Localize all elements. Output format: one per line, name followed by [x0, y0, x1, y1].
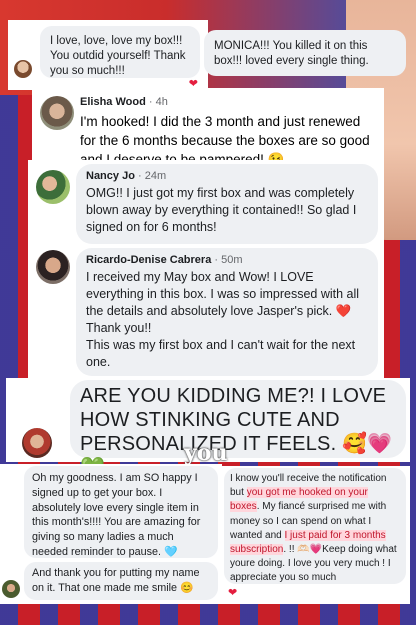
- comment-text: OMG!! I just got my first box and was co…: [86, 186, 357, 234]
- comment-card: Oh my goodness. I am SO happy I signed u…: [0, 464, 222, 604]
- comment-time[interactable]: 24m: [145, 170, 166, 182]
- comment-card: Nancy Jo · 24m OMG!! I just got my first…: [28, 160, 384, 246]
- commenter-name[interactable]: Ricardo-Denise Cabrera: [86, 254, 211, 266]
- comment-bubble: Oh my goodness. I am SO happy I signed u…: [24, 466, 218, 558]
- comment-text: MONICA!!! You killed it on this box!!! l…: [214, 40, 369, 67]
- comment-bubble: I love, love, love my box!!! You outdid …: [40, 26, 200, 78]
- comment-text: I love, love, love my box!!! You outdid …: [50, 35, 186, 77]
- comment-card: Ricardo-Denise Cabrera · 50m I received …: [28, 244, 384, 380]
- comment-card: Elisha Wood · 4h I'm hooked! I did the 3…: [32, 88, 384, 167]
- avatar: [22, 428, 52, 458]
- avatar: [14, 60, 32, 78]
- comment-text: And thank you for putting my name on it.…: [32, 567, 200, 594]
- comment-paragraph: This was my first box and I can't wait f…: [86, 338, 356, 369]
- avatar: [36, 250, 70, 284]
- comment-bubble: Nancy Jo · 24m OMG!! I just got my first…: [76, 164, 378, 244]
- comment-bubble: ARE YOU KIDDING ME?! I LOVE HOW STINKING…: [70, 380, 406, 479]
- comment-card: I love, love, love my box!!! You outdid …: [8, 20, 208, 90]
- avatar: [36, 170, 70, 204]
- comment-header: Nancy Jo · 24m: [86, 170, 167, 182]
- comment-text: I received my May box and Wow! I LOVE ev…: [86, 269, 368, 371]
- commenter-name[interactable]: Nancy Jo: [86, 170, 135, 182]
- comment-bubble: I know you'll receive the notification b…: [224, 468, 406, 584]
- avatar: [40, 96, 74, 130]
- comment-card: MONICA!!! You killed it on this box!!! l…: [200, 30, 410, 80]
- comment-text: Oh my goodness. I am SO happy I signed u…: [32, 472, 201, 558]
- comment-bubble: And thank you for putting my name on it.…: [24, 562, 218, 600]
- avatar: [2, 580, 20, 598]
- comment-paragraph: Thank you!!: [86, 321, 152, 335]
- comment-time[interactable]: 4h: [156, 96, 168, 108]
- commenter-name[interactable]: Elisha Wood: [80, 96, 146, 108]
- comment-time[interactable]: 50m: [221, 254, 242, 266]
- comment-bubble: MONICA!!! You killed it on this box!!! l…: [204, 30, 406, 76]
- heart-reaction-icon: ❤: [228, 587, 238, 599]
- comment-header: Ricardo-Denise Cabrera · 50m: [86, 254, 243, 266]
- comment-paragraph: I received my May box and Wow! I LOVE ev…: [86, 270, 360, 318]
- comment-bubble: Ricardo-Denise Cabrera · 50m I received …: [76, 248, 378, 376]
- overlay-word: you: [184, 440, 228, 466]
- comment-card: I know you'll receive the notification b…: [222, 466, 410, 604]
- comment-header: Elisha Wood · 4h: [80, 96, 168, 108]
